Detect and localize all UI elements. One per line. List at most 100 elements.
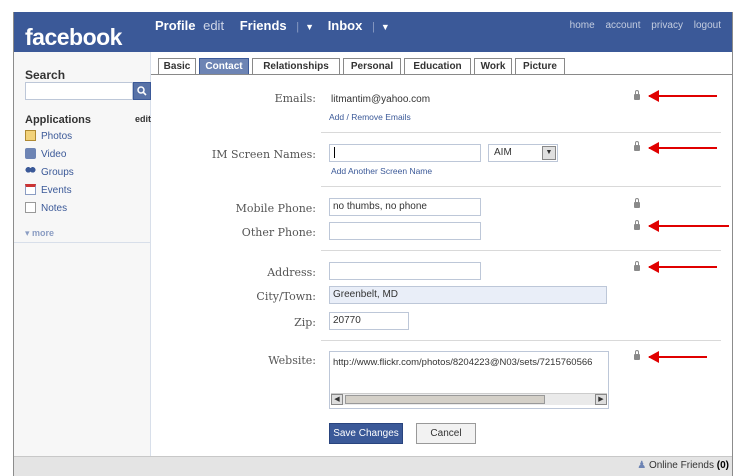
sidebar-item-video[interactable]: Video [25, 148, 66, 164]
section-divider [321, 340, 721, 341]
email-value: litmantim@yahoo.com [331, 94, 431, 105]
annotation-arrow [648, 90, 717, 102]
search-button[interactable] [133, 82, 151, 100]
section-divider [321, 132, 721, 133]
nav-profile-link[interactable]: Profile [155, 18, 195, 33]
sidebar-item-label: Photos [41, 131, 73, 142]
sidebar: Search Applications edit Photos Video Gr… [13, 52, 151, 456]
website-textarea[interactable]: http://www.flickr.com/photos/8204223@N03… [329, 351, 609, 409]
nav-logout-link[interactable]: logout [694, 20, 721, 31]
sidebar-item-groups[interactable]: Groups [25, 166, 74, 182]
online-friends-label: Online Friends [648, 460, 714, 471]
main-content: Basic Contact Relationships Personal Edu… [151, 52, 733, 456]
im-screen-name-input[interactable] [329, 144, 481, 162]
privacy-lock-icon[interactable] [634, 198, 640, 208]
section-divider [321, 186, 721, 187]
tab-basic[interactable]: Basic [158, 58, 196, 75]
tab-work[interactable]: Work [474, 58, 512, 75]
online-friends-count: (0) [716, 460, 729, 471]
sidebar-item-label: Groups [41, 167, 74, 178]
im-service-value: AIM [494, 147, 512, 158]
nav-home-link[interactable]: home [570, 20, 595, 31]
privacy-lock-icon[interactable] [634, 220, 640, 230]
groups-icon [25, 166, 36, 177]
video-icon [25, 148, 36, 159]
chat-bar: ♟ Online Friends (0) [13, 456, 733, 476]
sidebar-item-label: Events [41, 185, 72, 196]
privacy-lock-icon[interactable] [634, 261, 640, 271]
search-icon [137, 86, 147, 96]
im-screen-names-label: IM Screen Names: [211, 148, 316, 161]
applications-header: Applications edit [25, 114, 151, 126]
horizontal-scrollbar[interactable]: ◀ ▶ [331, 393, 607, 405]
dropdown-button[interactable]: ▼ [542, 146, 556, 160]
tab-picture[interactable]: Picture [515, 58, 565, 75]
privacy-lock-icon[interactable] [634, 90, 640, 100]
im-service-select[interactable]: AIM ▼ [488, 144, 558, 162]
scroll-right-icon[interactable]: ▶ [595, 394, 607, 405]
address-label: Address: [267, 266, 316, 279]
sidebar-item-notes[interactable]: Notes [25, 202, 67, 218]
sidebar-divider [13, 242, 150, 243]
cancel-button[interactable]: Cancel [416, 423, 476, 444]
zip-label: Zip: [294, 316, 316, 329]
section-divider [321, 250, 721, 251]
zip-input[interactable]: 20770 [329, 312, 409, 330]
city-town-input[interactable]: Greenbelt, MD [329, 286, 607, 304]
sidebar-item-label: Notes [41, 203, 68, 214]
privacy-lock-icon[interactable] [634, 141, 640, 151]
search-input[interactable] [25, 82, 133, 100]
tab-education[interactable]: Education [404, 58, 471, 75]
add-screen-name-link[interactable]: Add Another Screen Name [331, 166, 432, 176]
sidebar-item-label: Video [41, 149, 67, 160]
other-phone-label: Other Phone: [241, 226, 316, 239]
top-navigation: facebook Profile edit Friends | ▼ Inbox |… [13, 12, 733, 52]
photos-icon [25, 130, 36, 141]
chevron-down-icon: ▾ [25, 228, 33, 238]
friends-icon: ♟ [637, 460, 647, 471]
scrollbar-thumb[interactable] [345, 395, 545, 404]
sidebar-item-events[interactable]: Events [25, 184, 72, 200]
sidebar-more-link[interactable]: ▾ more [25, 228, 54, 239]
facebook-logo[interactable]: facebook [25, 24, 122, 51]
mobile-phone-label: Mobile Phone: [235, 202, 316, 215]
city-town-label: City/Town: [256, 290, 316, 303]
sidebar-item-photos[interactable]: Photos [25, 130, 72, 146]
tab-relationships[interactable]: Relationships [252, 58, 340, 75]
nav-bar: Profile edit Friends | ▼ Inbox | ▼ home ac… [151, 12, 733, 52]
website-value: http://www.flickr.com/photos/8204223@N03… [333, 357, 593, 368]
online-friends-button[interactable]: ♟ Online Friends (0) [637, 460, 729, 471]
save-changes-button[interactable]: Save Changes [329, 423, 403, 444]
nav-account-link[interactable]: account [605, 20, 640, 31]
logo-area[interactable]: facebook [13, 12, 151, 52]
tab-personal[interactable]: Personal [343, 58, 401, 75]
nav-separator: | [371, 21, 375, 33]
applications-edit-link[interactable]: edit [135, 114, 151, 124]
friends-dropdown-icon[interactable]: ▼ [305, 22, 314, 32]
events-icon [25, 184, 36, 195]
text-cursor [334, 147, 335, 158]
nav-profile-edit-link[interactable]: edit [203, 18, 224, 33]
inbox-dropdown-icon[interactable]: ▼ [381, 22, 390, 32]
tab-contact[interactable]: Contact [199, 58, 249, 75]
search-label: Search [25, 68, 66, 82]
website-label: Website: [268, 354, 316, 367]
mobile-phone-input[interactable]: no thumbs, no phone [329, 198, 481, 216]
nav-privacy-link[interactable]: privacy [651, 20, 683, 31]
add-remove-emails-link[interactable]: Add / Remove Emails [329, 112, 411, 122]
annotation-arrow [648, 261, 717, 273]
notes-icon [25, 202, 36, 213]
scroll-left-icon[interactable]: ◀ [331, 394, 343, 405]
nav-friends-link[interactable]: Friends [240, 18, 287, 33]
nav-separator: | [296, 21, 300, 33]
nav-right: home account privacy logout [562, 20, 721, 31]
privacy-lock-icon[interactable] [634, 350, 640, 360]
sidebar-content: Search Applications edit Photos Video Gr… [25, 52, 151, 252]
tab-divider [151, 74, 733, 75]
more-label: more [32, 228, 55, 238]
other-phone-input[interactable] [329, 222, 481, 240]
emails-label: Emails: [274, 92, 316, 105]
nav-inbox-link[interactable]: Inbox [328, 18, 363, 33]
address-input[interactable] [329, 262, 481, 280]
annotation-arrow [648, 351, 707, 363]
